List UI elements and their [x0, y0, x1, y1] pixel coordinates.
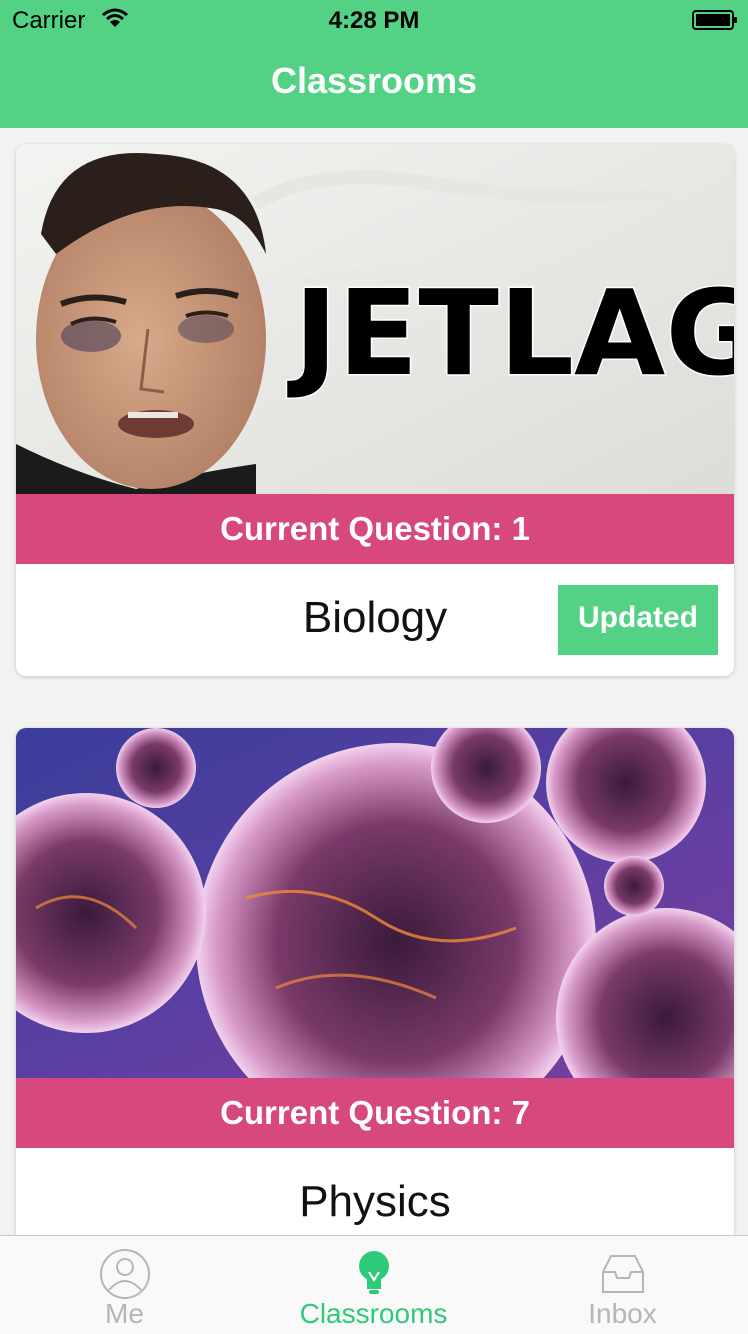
status-time: 4:28 PM: [328, 7, 420, 34]
tab-bar: Me Classrooms Inbox: [0, 1235, 748, 1334]
status-bar: Carrier 4:28 PM: [0, 0, 748, 40]
classroom-name: Physics: [299, 1177, 451, 1226]
tab-classrooms[interactable]: Classrooms: [249, 1236, 498, 1334]
classroom-image-jetlag: JETLAG: [16, 144, 734, 494]
classroom-list[interactable]: JETLAG Current Question: 1 Biology Updat…: [0, 128, 748, 1235]
battery-icon: [692, 10, 737, 30]
tab-label: Inbox: [588, 1298, 657, 1329]
classroom-image-multiverse: [16, 728, 734, 1078]
classroom-card-biology[interactable]: JETLAG Current Question: 1 Biology Updat…: [16, 144, 734, 676]
updated-badge: Updated: [558, 585, 718, 655]
lightbulb-icon: [359, 1251, 389, 1294]
person-icon: [100, 1249, 150, 1299]
current-question-label: Current Question: 1: [16, 494, 734, 564]
inbox-icon: [602, 1255, 644, 1293]
tab-inbox[interactable]: Inbox: [498, 1236, 747, 1334]
tab-label: Me: [105, 1298, 144, 1329]
page-title: Classrooms: [270, 60, 478, 101]
tab-label: Classrooms: [299, 1298, 448, 1329]
current-question-label: Current Question: 7: [16, 1078, 734, 1148]
classroom-card-physics[interactable]: Current Question: 7 Physics: [16, 728, 734, 1235]
jetlag-image-text: JETLAG: [287, 264, 734, 402]
tab-me[interactable]: Me: [0, 1236, 249, 1334]
navigation-bar: Classrooms: [0, 40, 748, 128]
